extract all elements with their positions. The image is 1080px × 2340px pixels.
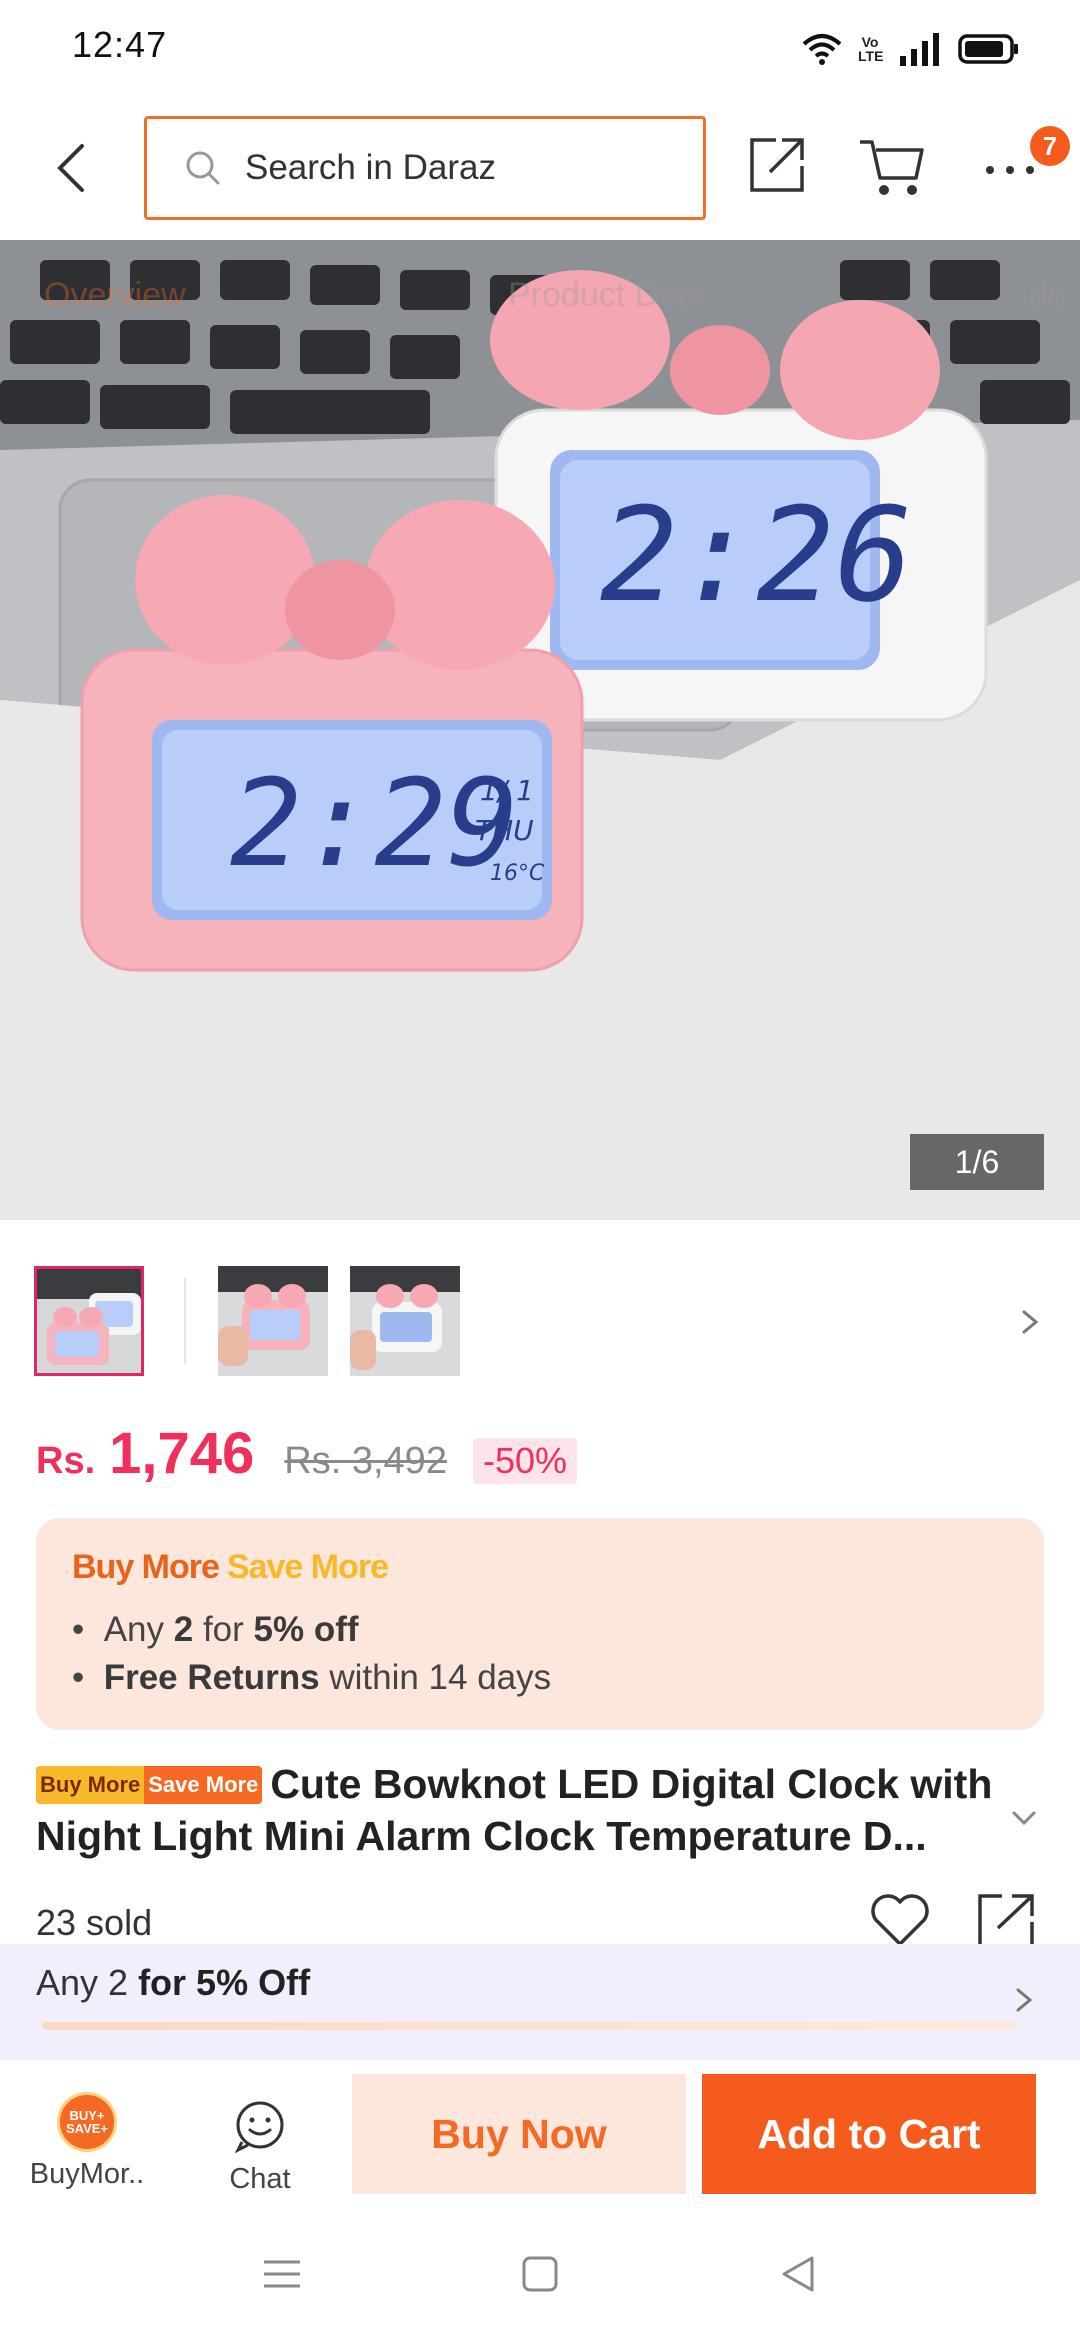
voucher-progress-bar — [42, 2022, 1018, 2030]
bullet-icon: • — [72, 1610, 104, 1649]
chat-label: Chat — [229, 2163, 291, 2195]
thumbnails-next-button[interactable] — [1010, 1302, 1050, 1342]
buy-more-save-more-card[interactable]: Buy More Save More • Any 2 for 5% off • F… — [36, 1518, 1044, 1730]
promo-title-save: Save More — [226, 1548, 389, 1586]
hero-tabs: Overview Product Deta ...do — [0, 276, 1080, 340]
share-button[interactable] — [746, 132, 810, 196]
heart-icon — [871, 1894, 929, 1946]
thumbnail-1-image — [37, 1269, 141, 1373]
search-input[interactable]: Search in Daraz — [144, 116, 706, 220]
share-product-button[interactable] — [974, 1890, 1038, 1950]
thumbnail-3-image — [350, 1266, 460, 1376]
wifi-icon — [802, 34, 842, 65]
share-icon — [750, 138, 804, 192]
chevron-right-icon — [1016, 1988, 1033, 2012]
svg-text:1/ 1: 1/ 1 — [480, 774, 534, 807]
discount-badge: -50% — [472, 1438, 577, 1484]
promo-line1-mid: for — [193, 1610, 254, 1649]
price-currency: Rs. — [36, 1440, 96, 1482]
bullet-icon: • — [72, 1658, 104, 1697]
title-expand-button[interactable] — [1004, 1798, 1044, 1838]
chevron-right-icon — [1022, 1310, 1039, 1334]
back-arrow-icon — [57, 144, 84, 192]
cart-count-badge: 7 — [1030, 126, 1070, 166]
thumbnail-strip — [0, 1220, 1080, 1420]
status-icons: Vo LTE — [802, 26, 1020, 72]
voucher-arrow[interactable] — [1004, 1980, 1044, 2020]
square-home-icon — [522, 2256, 558, 2292]
svg-text:2:26: 2:26 — [600, 479, 913, 631]
promo-line-discount: • Any 2 for 5% off — [72, 1610, 359, 1650]
recents-button[interactable] — [252, 2246, 312, 2302]
product-image[interactable]: 2:26 2:29 1/ 1 THU 16°C Overview Product… — [0, 240, 1080, 1220]
product-title: Buy More Save More Cute Bowknot LED Digita… — [36, 1758, 1006, 1862]
voucher-text-pre: Any 2 — [36, 1962, 139, 2003]
promo-title: Buy More Save More — [72, 1548, 389, 1587]
promo-line1-qty: 2 — [173, 1610, 194, 1649]
share-icon — [978, 1894, 1034, 1948]
buy-now-button[interactable]: Buy Now — [352, 2074, 686, 2194]
product-photo: 2:26 2:29 1/ 1 THU 16°C — [0, 240, 1080, 1220]
status-bar: 12:47 Vo LTE — [0, 0, 1080, 96]
save-more-tag: Save More — [144, 1766, 263, 1804]
menu-lines-icon — [264, 2260, 300, 2288]
battery-icon — [958, 34, 1018, 64]
voucher-text: Any 2 for 5% Off — [36, 1962, 310, 2004]
buy-more-store-button[interactable]: BUY+ SAVE+ BuyMor.. — [20, 2092, 154, 2202]
wishlist-button[interactable] — [868, 1892, 932, 1948]
thumbnail-2-image — [218, 1266, 328, 1376]
buy-more-save-more-icon: BUY+ SAVE+ — [57, 2092, 117, 2152]
tab-overview[interactable]: Overview — [44, 276, 186, 315]
search-icon — [186, 151, 220, 185]
tab-product-details[interactable]: Product Deta — [508, 276, 706, 315]
system-nav-bar — [0, 2206, 1080, 2340]
signal-icon — [900, 33, 939, 66]
thumbnail-2[interactable] — [218, 1266, 328, 1376]
buy-more-tag: Buy More — [36, 1766, 145, 1804]
promo-line2-bold: Free Returns — [103, 1658, 320, 1697]
home-button[interactable] — [510, 2246, 570, 2302]
promo-line2-rest: within 14 days — [319, 1658, 552, 1697]
price-value: 1,746 — [109, 1421, 255, 1486]
cart-icon — [860, 140, 924, 195]
voucher-strip[interactable]: Any 2 for 5% Off — [0, 1944, 1080, 2060]
price-row: Rs. 1,746 Rs. 3,492 -50% — [36, 1420, 577, 1500]
original-price: Rs. 3,492 — [284, 1440, 447, 1482]
chat-button[interactable]: Chat — [200, 2098, 320, 2202]
store-label: BuyMor.. — [29, 2158, 145, 2190]
back-button[interactable] — [40, 136, 104, 200]
image-counter: 1/6 — [910, 1134, 1044, 1190]
voucher-text-bold: for 5% Off — [138, 1962, 311, 2003]
triangle-back-icon — [782, 2256, 814, 2292]
status-time: 12:47 — [72, 24, 168, 65]
promo-line-returns: • Free Returns within 14 days — [72, 1658, 551, 1698]
volte-icon: Vo LTE — [858, 34, 884, 64]
tab-more[interactable]: ...do — [1000, 276, 1066, 315]
system-back-button[interactable] — [768, 2246, 828, 2302]
promo-line1-pre: Any — [103, 1610, 174, 1649]
promo-title-buy: Buy More — [72, 1548, 220, 1586]
svg-text:16°C: 16°C — [490, 861, 545, 886]
thumbnail-1[interactable] — [34, 1266, 144, 1376]
chat-icon — [234, 2101, 284, 2154]
search-placeholder: Search in Daraz — [245, 148, 496, 187]
thumbnail-3[interactable] — [350, 1266, 460, 1376]
add-to-cart-button[interactable]: Add to Cart — [702, 2074, 1036, 2194]
sold-count: 23 sold — [36, 1902, 153, 1943]
chevron-down-icon — [1012, 1811, 1036, 1826]
svg-text:THU: THU — [475, 814, 534, 847]
cart-button[interactable] — [858, 136, 926, 200]
promo-line1-off: 5% off — [253, 1610, 359, 1649]
thumbnail-divider — [184, 1278, 186, 1364]
header: Search in Daraz — [0, 96, 1080, 240]
